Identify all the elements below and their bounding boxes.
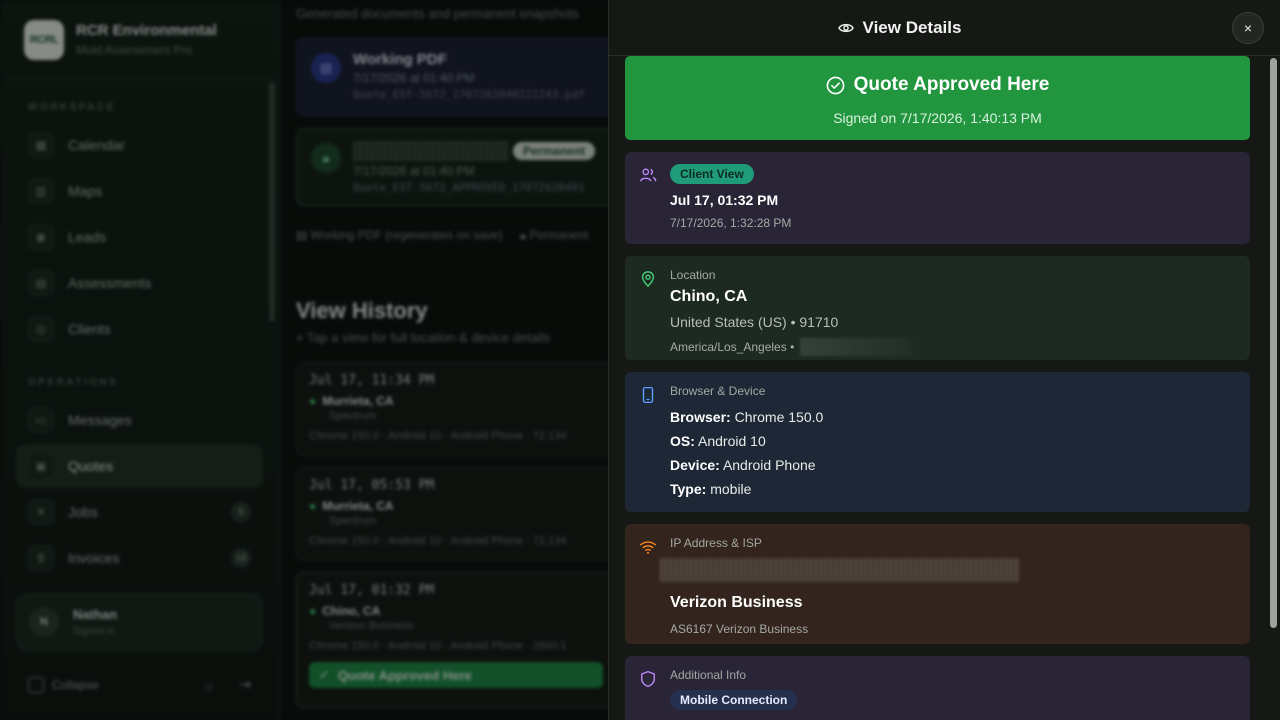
approved-signed-date: Signed on 7/17/2026, 1:40:13 PM xyxy=(833,109,1042,126)
drawer-title: View Details xyxy=(837,17,962,38)
approved-title: Quote Approved Here xyxy=(853,74,1050,95)
drawer-header: View Details × xyxy=(609,0,1280,56)
check-circle-icon xyxy=(826,76,845,94)
location-country: United States (US) • 91710 xyxy=(670,314,839,330)
browser-device-card: Browser & Device Browser: Chrome 150.0 O… xyxy=(625,372,1250,512)
wifi-icon xyxy=(640,541,656,554)
device-os: OS: Android 10 xyxy=(670,433,766,449)
mobile-connection-pill: Mobile Connection xyxy=(670,690,798,710)
client-view-timestamp: 7/17/2026, 1:32:28 PM xyxy=(670,216,792,230)
isp-asn: AS6167 Verizon Business xyxy=(670,622,809,636)
location-city: Chino, CA xyxy=(670,288,748,305)
location-timezone: America/Los_Angeles • xyxy=(670,338,1234,356)
device-model: Device: Android Phone xyxy=(670,457,816,473)
close-icon: × xyxy=(1243,20,1253,36)
additional-info-label: Additional Info xyxy=(670,668,747,682)
client-view-card: Client View Jul 17, 01:32 PM 7/17/2026, … xyxy=(625,152,1250,244)
users-icon xyxy=(640,168,657,182)
additional-info-card: Additional Info Mobile Connection xyxy=(625,656,1250,720)
phone-icon xyxy=(642,386,654,404)
device-browser: Browser: Chrome 150.0 xyxy=(670,409,824,425)
view-details-drawer: View Details × Quote Approved Here Signe… xyxy=(608,0,1280,720)
close-button[interactable]: × xyxy=(1232,12,1264,44)
client-view-pill: Client View xyxy=(670,164,754,184)
network-label: IP Address & ISP xyxy=(670,536,762,550)
location-label: Location xyxy=(670,268,716,282)
redacted-ip-address xyxy=(660,558,1020,582)
eye-icon xyxy=(837,23,854,32)
drawer-body[interactable]: Quote Approved Here Signed on 7/17/2026,… xyxy=(609,56,1280,720)
approved-banner: Quote Approved Here Signed on 7/17/2026,… xyxy=(625,56,1250,140)
redacted-coordinates xyxy=(800,338,913,356)
ip-isp-card: IP Address & ISP Verizon Business AS6167… xyxy=(625,524,1250,644)
isp-name: Verizon Business xyxy=(670,594,803,611)
device-label: Browser & Device xyxy=(670,384,766,398)
client-view-time: Jul 17, 01:32 PM xyxy=(670,192,779,208)
device-type: Type: mobile xyxy=(670,481,752,497)
shield-icon xyxy=(641,670,655,688)
drawer-scrollbar[interactable] xyxy=(1270,58,1277,628)
drawer-title-text: View Details xyxy=(862,17,962,37)
location-card: Location Chino, CA United States (US) • … xyxy=(625,256,1250,360)
location-pin-icon xyxy=(641,271,655,288)
